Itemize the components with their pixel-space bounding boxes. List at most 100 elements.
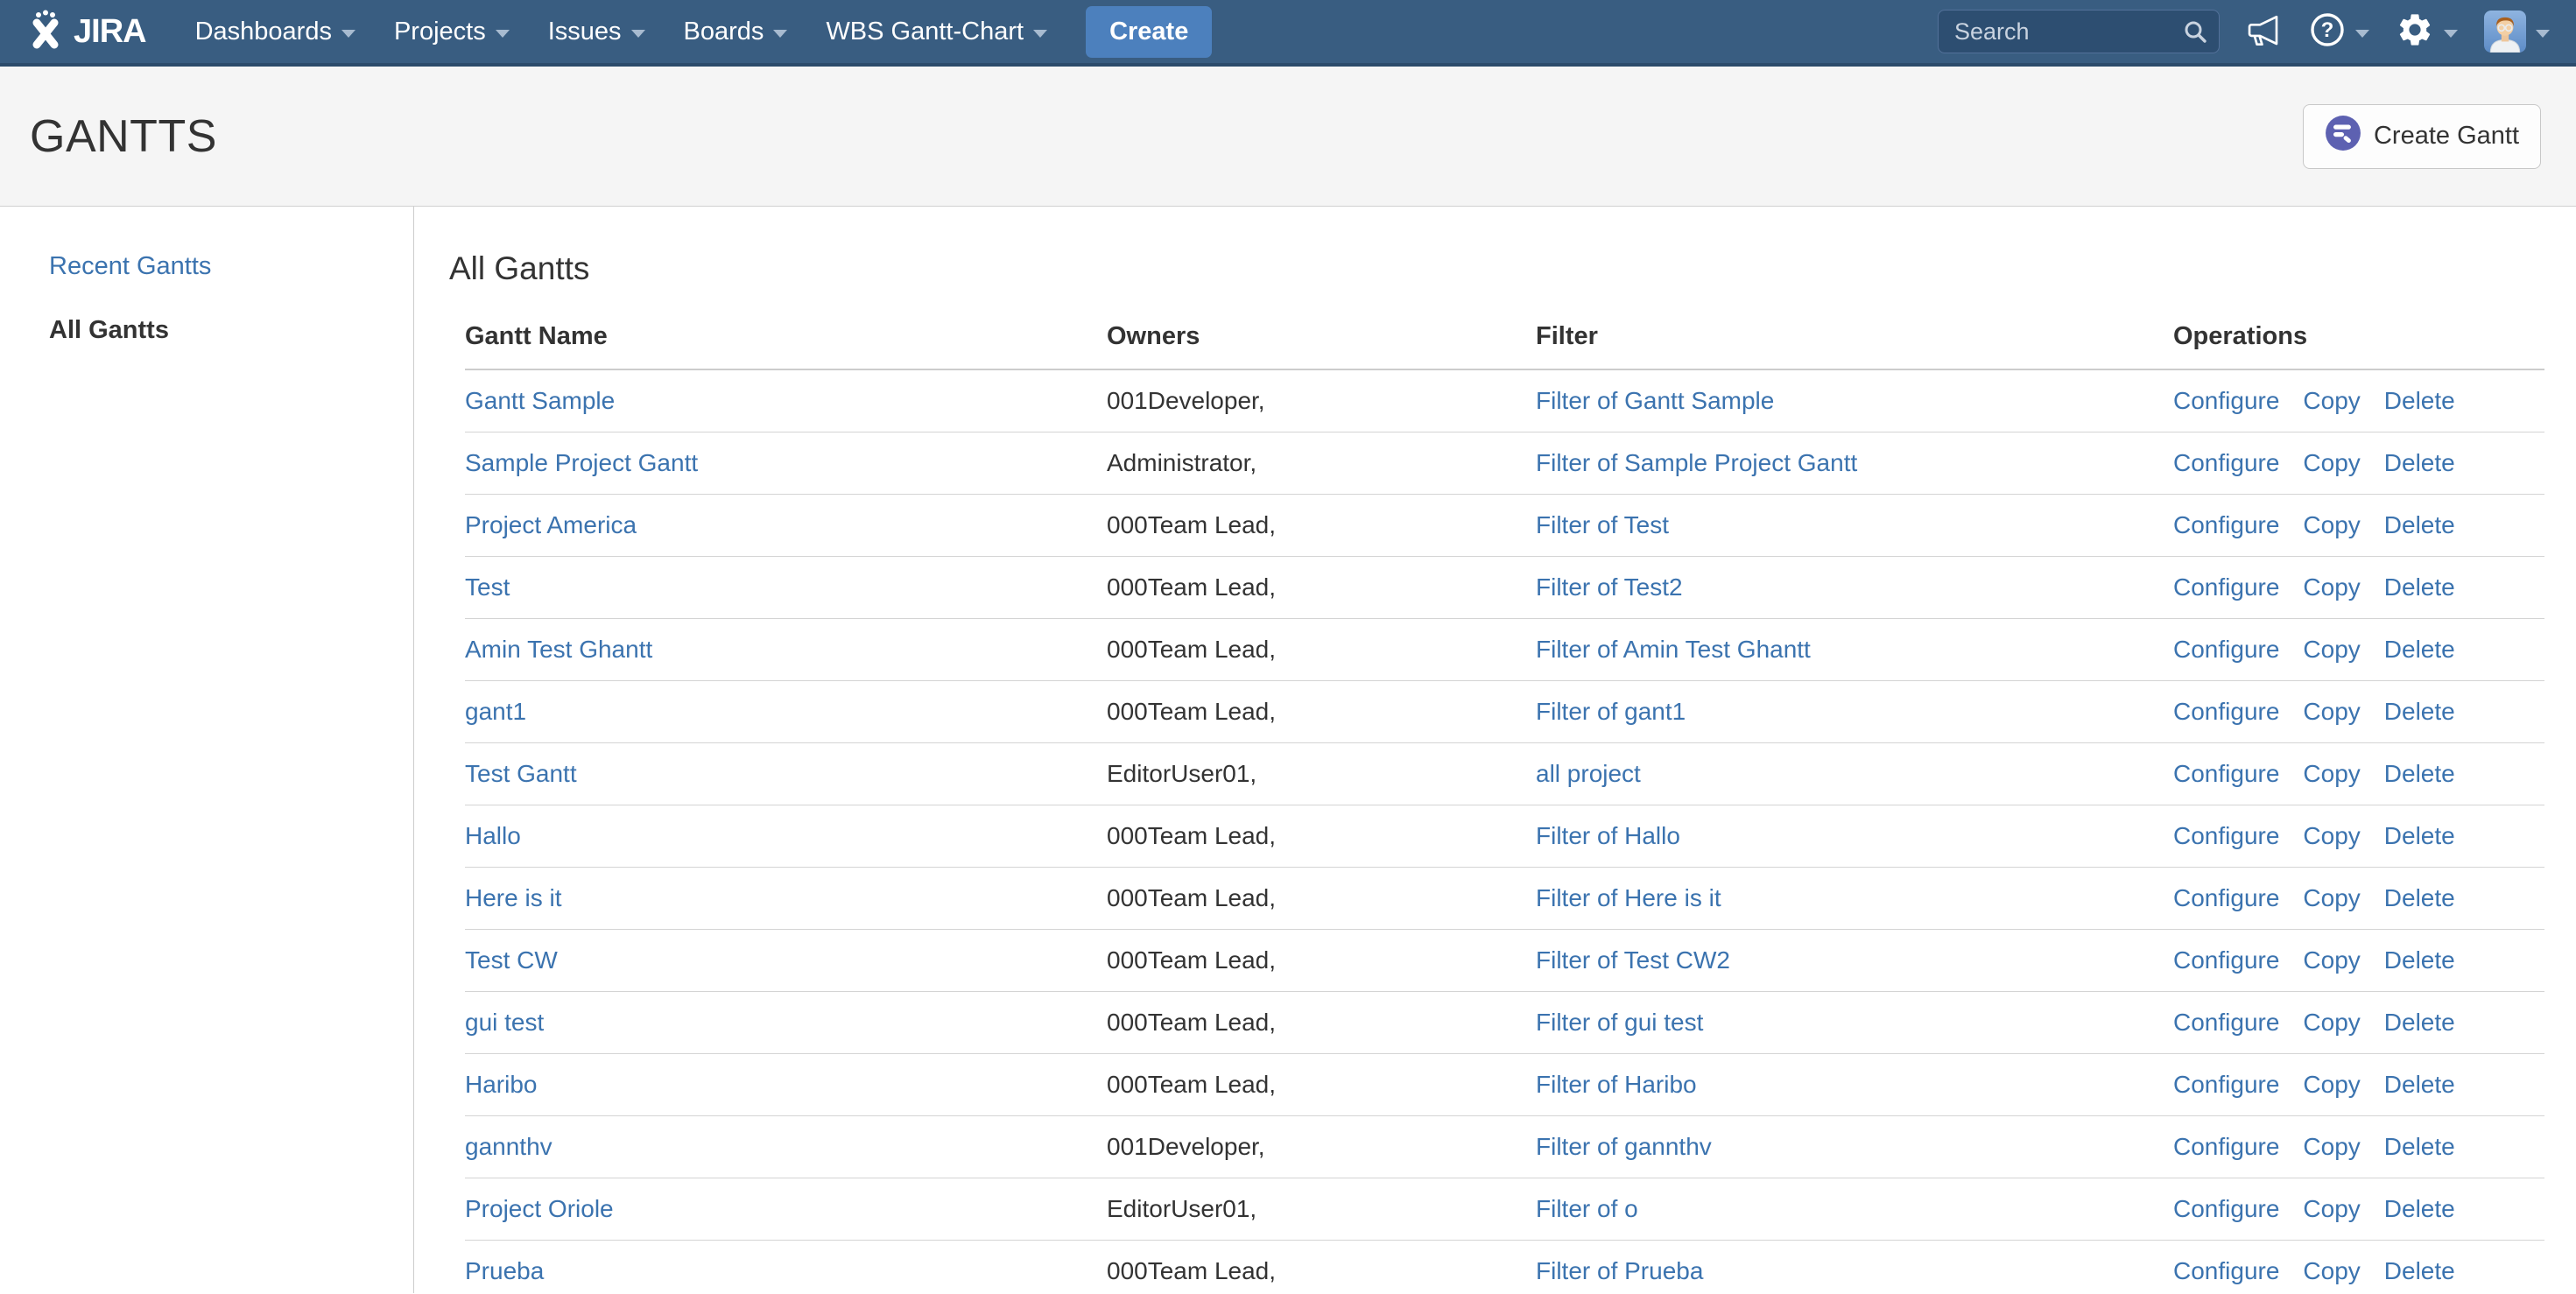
gantt-name-link[interactable]: Haribo	[465, 1071, 537, 1098]
gantt-name-link[interactable]: Here is it	[465, 884, 561, 911]
configure-link[interactable]: Configure	[2173, 1009, 2279, 1036]
sidebar-item-all-gantts[interactable]: All Gantts	[49, 316, 413, 345]
gantt-name-link[interactable]: gui test	[465, 1009, 544, 1036]
delete-link[interactable]: Delete	[2384, 1009, 2455, 1036]
filter-link[interactable]: Filter of Sample Project Gantt	[1536, 449, 1857, 476]
configure-link[interactable]: Configure	[2173, 449, 2279, 476]
table-row: Test GanttEditorUser01,all projectConfig…	[465, 742, 2544, 805]
owner-cell: 000Team Lead,	[1107, 991, 1536, 1053]
filter-link[interactable]: Filter of Hallo	[1536, 822, 1680, 849]
gantt-name-link[interactable]: Sample Project Gantt	[465, 449, 698, 476]
menu-wbs-gantt-chart[interactable]: WBS Gantt-Chart	[806, 0, 1066, 63]
delete-link[interactable]: Delete	[2384, 511, 2455, 538]
profile-caret-icon	[2536, 30, 2550, 38]
table-row: Project America000Team Lead,Filter of Te…	[465, 494, 2544, 556]
gantt-name-link[interactable]: Prueba	[465, 1257, 544, 1284]
menu-dashboards[interactable]: Dashboards	[176, 0, 375, 63]
filter-link[interactable]: Filter of Prueba	[1536, 1257, 1703, 1284]
configure-link[interactable]: Configure	[2173, 1195, 2279, 1222]
delete-link[interactable]: Delete	[2384, 1257, 2455, 1284]
filter-link[interactable]: Filter of Test CW2	[1536, 946, 1730, 974]
copy-link[interactable]: Copy	[2303, 822, 2360, 849]
configure-link[interactable]: Configure	[2173, 698, 2279, 725]
configure-link[interactable]: Configure	[2173, 884, 2279, 911]
filter-link[interactable]: Filter of gui test	[1536, 1009, 1703, 1036]
gantt-name-link[interactable]: Test CW	[465, 946, 558, 974]
delete-link[interactable]: Delete	[2384, 698, 2455, 725]
gantt-name-link[interactable]: Gantt Sample	[465, 387, 615, 414]
menu-label: Dashboards	[195, 18, 332, 46]
delete-link[interactable]: Delete	[2384, 387, 2455, 414]
copy-link[interactable]: Copy	[2303, 573, 2360, 601]
gantt-name-link[interactable]: Test	[465, 573, 510, 601]
search-icon[interactable]	[2183, 19, 2207, 48]
table-row: gui test 000Team Lead,Filter of gui test C…	[465, 991, 2544, 1053]
announcements-megaphone-icon[interactable]	[2246, 14, 2283, 49]
filter-link[interactable]: Filter of Haribo	[1536, 1071, 1697, 1098]
filter-link[interactable]: Filter of o	[1536, 1195, 1638, 1222]
configure-link[interactable]: Configure	[2173, 1133, 2279, 1160]
copy-link[interactable]: Copy	[2303, 884, 2360, 911]
delete-link[interactable]: Delete	[2384, 822, 2455, 849]
copy-link[interactable]: Copy	[2303, 1071, 2360, 1098]
help-menu[interactable]: ?	[2309, 11, 2369, 53]
copy-link[interactable]: Copy	[2303, 1257, 2360, 1284]
configure-link[interactable]: Configure	[2173, 946, 2279, 974]
configure-link[interactable]: Configure	[2173, 387, 2279, 414]
configure-link[interactable]: Configure	[2173, 1257, 2279, 1284]
configure-link[interactable]: Configure	[2173, 636, 2279, 663]
filter-link[interactable]: Filter of Amin Test Ghantt	[1536, 636, 1811, 663]
filter-link[interactable]: Filter of Test	[1536, 511, 1669, 538]
operations-cell: Configure Copy Delete	[2173, 1240, 2544, 1294]
delete-link[interactable]: Delete	[2384, 884, 2455, 911]
delete-link[interactable]: Delete	[2384, 1133, 2455, 1160]
copy-link[interactable]: Copy	[2303, 449, 2360, 476]
copy-link[interactable]: Copy	[2303, 511, 2360, 538]
delete-link[interactable]: Delete	[2384, 573, 2455, 601]
gantt-name-link[interactable]: Hallo	[465, 822, 521, 849]
settings-menu[interactable]	[2396, 11, 2458, 53]
menu-issues[interactable]: Issues	[529, 0, 665, 63]
copy-link[interactable]: Copy	[2303, 698, 2360, 725]
filter-link[interactable]: Filter of gant1	[1536, 698, 1686, 725]
configure-link[interactable]: Configure	[2173, 573, 2279, 601]
delete-link[interactable]: Delete	[2384, 636, 2455, 663]
filter-link[interactable]: Filter of Here is it	[1536, 884, 1721, 911]
delete-link[interactable]: Delete	[2384, 1195, 2455, 1222]
configure-link[interactable]: Configure	[2173, 511, 2279, 538]
jira-logo[interactable]: JIRA	[26, 10, 146, 54]
delete-link[interactable]: Delete	[2384, 760, 2455, 787]
copy-link[interactable]: Copy	[2303, 1009, 2360, 1036]
filter-link[interactable]: Filter of Test2	[1536, 573, 1683, 601]
profile-menu[interactable]	[2484, 11, 2550, 53]
copy-link[interactable]: Copy	[2303, 636, 2360, 663]
copy-link[interactable]: Copy	[2303, 1133, 2360, 1160]
gantt-name-link[interactable]: gannthv	[465, 1133, 553, 1160]
create-gantt-button[interactable]: Create Gantt	[2303, 104, 2541, 169]
configure-link[interactable]: Configure	[2173, 760, 2279, 787]
sidebar-item-recent-gantts[interactable]: Recent Gantts	[49, 252, 413, 281]
gantt-name-link[interactable]: Project Oriole	[465, 1195, 614, 1222]
copy-link[interactable]: Copy	[2303, 1195, 2360, 1222]
table-row: Project OrioleEditorUser01,Filter of oCo…	[465, 1178, 2544, 1240]
delete-link[interactable]: Delete	[2384, 1071, 2455, 1098]
delete-link[interactable]: Delete	[2384, 449, 2455, 476]
copy-link[interactable]: Copy	[2303, 760, 2360, 787]
filter-link[interactable]: Filter of gannthv	[1536, 1133, 1712, 1160]
gantt-name-link[interactable]: Project America	[465, 511, 637, 538]
configure-link[interactable]: Configure	[2173, 822, 2279, 849]
filter-link[interactable]: Filter of Gantt Sample	[1536, 387, 1774, 414]
top-navbar: JIRA Dashboards ProjectsIssuesBoardsWBS G…	[0, 0, 2576, 67]
copy-link[interactable]: Copy	[2303, 946, 2360, 974]
gantt-name-link[interactable]: Test Gantt	[465, 760, 577, 787]
delete-link[interactable]: Delete	[2384, 946, 2455, 974]
menu-projects[interactable]: Projects	[375, 0, 529, 63]
menu-boards[interactable]: Boards	[665, 0, 807, 63]
gantt-name-link[interactable]: gant1	[465, 698, 526, 725]
copy-link[interactable]: Copy	[2303, 387, 2360, 414]
gantt-name-link[interactable]: Amin Test Ghantt	[465, 636, 652, 663]
configure-link[interactable]: Configure	[2173, 1071, 2279, 1098]
search-input[interactable]	[1938, 10, 2220, 53]
create-button[interactable]: Create	[1086, 6, 1212, 58]
filter-link[interactable]: all project	[1536, 760, 1641, 787]
